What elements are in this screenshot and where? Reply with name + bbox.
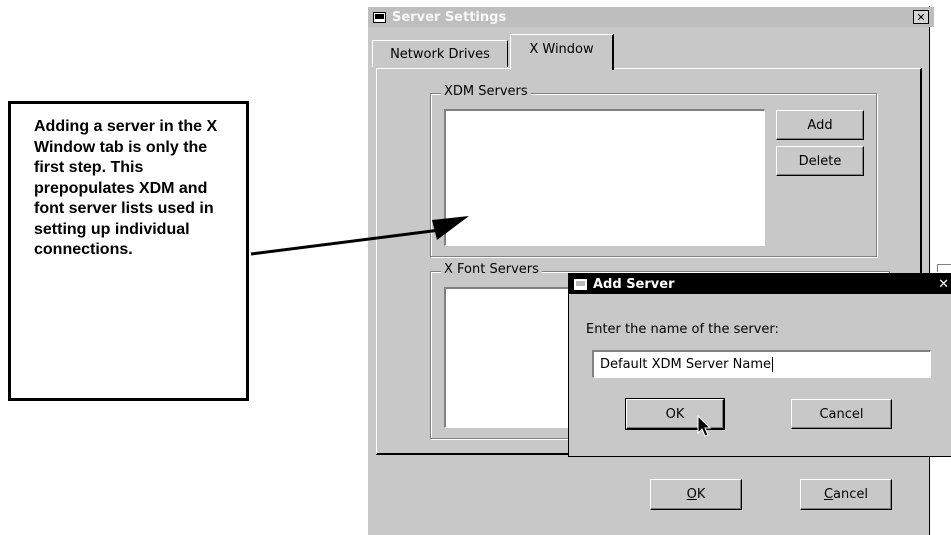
server-name-input[interactable]: Default XDM Server Name	[592, 350, 931, 378]
add-button-label: Add	[807, 117, 833, 133]
delete-button-label: Delete	[798, 153, 842, 169]
monitor-icon	[373, 11, 386, 23]
tab-x-window-label: X Window	[529, 42, 594, 57]
server-settings-title: Server Settings	[392, 9, 507, 25]
xdm-servers-legend: XDM Servers	[441, 84, 531, 99]
delete-xdm-server-button[interactable]: Delete	[776, 146, 864, 176]
monitor-icon	[574, 278, 587, 290]
x-font-servers-legend: X Font Servers	[441, 262, 542, 277]
add-server-cancel-label: Cancel	[819, 406, 864, 422]
mouse-pointer-icon	[697, 415, 712, 437]
add-server-dialog: Add Server ✕ Enter the name of the serve…	[568, 273, 951, 457]
settings-cancel-label: Cancel	[823, 487, 869, 502]
close-icon[interactable]: ✕	[938, 277, 949, 292]
settings-ok-button[interactable]: OK	[650, 479, 742, 510]
add-server-title: Add Server	[593, 276, 675, 292]
add-xdm-server-button[interactable]: Add	[776, 110, 864, 140]
callout-text: Adding a server in the X Window tab is o…	[34, 118, 218, 258]
add-server-titlebar[interactable]: Add Server ✕	[569, 274, 951, 294]
server-name-value: Default XDM Server Name	[600, 357, 772, 372]
add-server-prompt: Enter the name of the server:	[586, 322, 779, 337]
tab-x-window[interactable]: X Window	[510, 34, 614, 70]
background-window-edge	[937, 264, 951, 272]
tab-network-drives-label: Network Drives	[390, 46, 490, 62]
callout-box: Adding a server in the X Window tab is o…	[8, 101, 249, 401]
add-server-cancel-button[interactable]: Cancel	[791, 399, 892, 429]
server-settings-titlebar[interactable]: Server Settings ✕	[368, 7, 934, 27]
settings-ok-label: OK	[686, 487, 706, 502]
text-cursor	[772, 357, 774, 372]
x-font-servers-list[interactable]	[444, 287, 579, 428]
xdm-servers-list[interactable]	[444, 109, 765, 246]
add-server-ok-label: OK	[665, 406, 685, 422]
settings-cancel-button[interactable]: Cancel	[800, 479, 892, 510]
close-icon[interactable]: ✕	[913, 10, 929, 24]
tab-network-drives[interactable]: Network Drives	[372, 40, 508, 67]
